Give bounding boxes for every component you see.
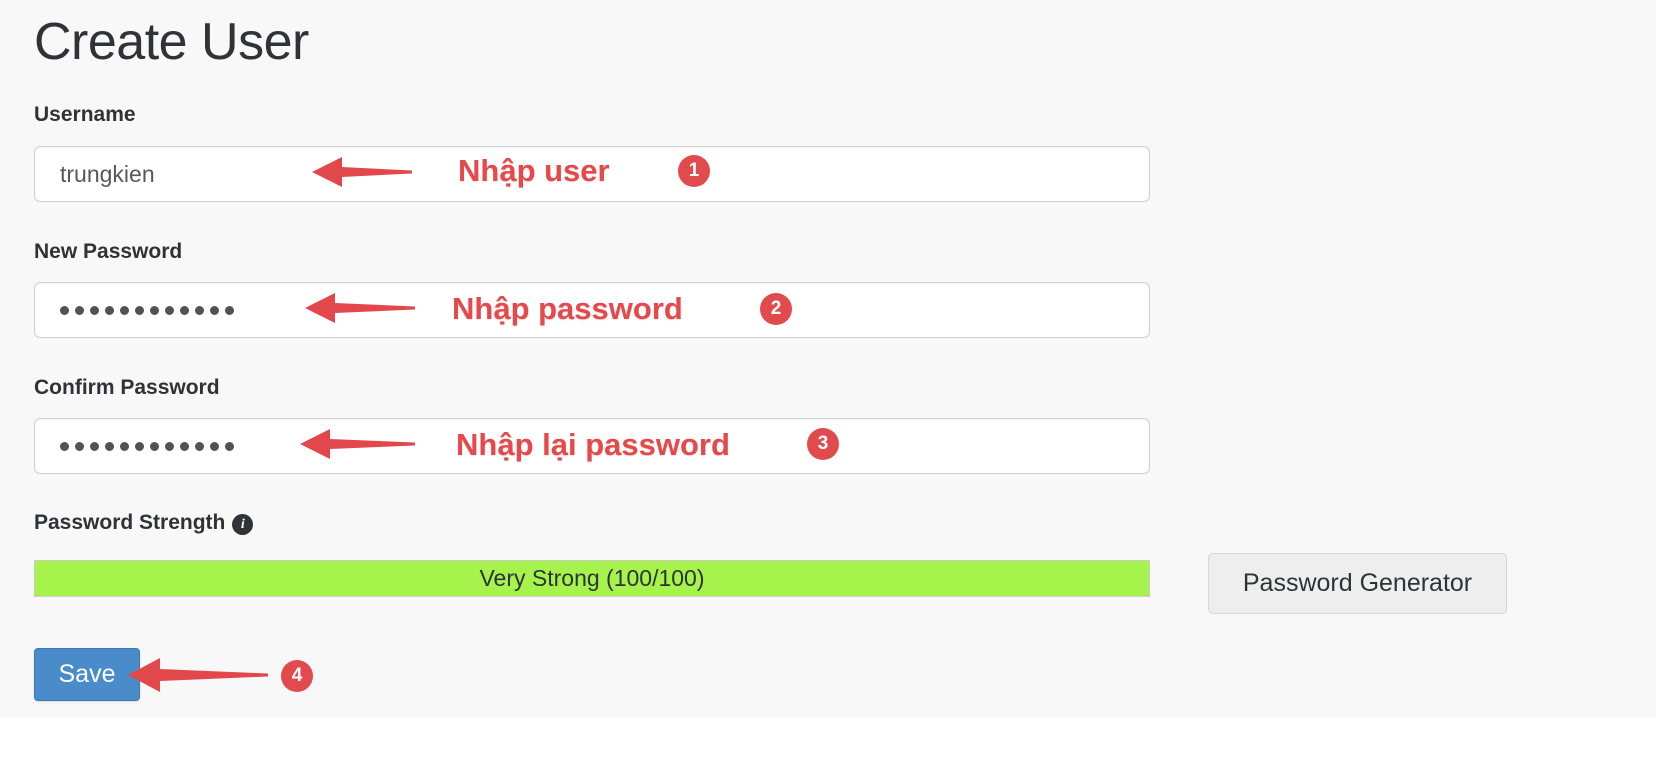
- annotation-text-3: Nhập lại password: [456, 427, 730, 462]
- password-strength-label: Password Strength i: [34, 511, 254, 535]
- page-bottom-band: [0, 718, 1656, 770]
- left-arrow-icon: [305, 288, 415, 328]
- page-title: Create User: [34, 13, 309, 71]
- info-icon[interactable]: i: [232, 514, 254, 535]
- annotation-badge-3: 3: [807, 428, 839, 460]
- password-generator-button[interactable]: Password Generator: [1208, 553, 1507, 614]
- new-password-label: New Password: [34, 240, 183, 263]
- annotation-text-1: Nhập user: [458, 153, 610, 188]
- username-input-value: trungkien: [60, 161, 155, 187]
- new-password-masked-value: [60, 283, 234, 337]
- annotation-badge-4: 4: [281, 660, 313, 692]
- password-strength-bar: Very Strong (100/100): [34, 560, 1150, 597]
- left-arrow-icon: [128, 655, 268, 695]
- annotation-text-2: Nhập password: [452, 291, 683, 326]
- username-label: Username: [34, 103, 136, 126]
- password-strength-value: Very Strong (100/100): [479, 565, 705, 591]
- annotation-badge-2: 2: [760, 293, 792, 325]
- save-button[interactable]: Save: [34, 648, 140, 701]
- confirm-password-label: Confirm Password: [34, 376, 220, 399]
- password-strength-label-text: Password Strength: [34, 511, 226, 534]
- create-user-page: Create User Username trungkien New Passw…: [0, 0, 1656, 770]
- confirm-password-masked-value: [60, 419, 234, 473]
- left-arrow-icon: [312, 152, 412, 192]
- left-arrow-icon: [300, 424, 415, 464]
- annotation-badge-1: 1: [678, 155, 710, 187]
